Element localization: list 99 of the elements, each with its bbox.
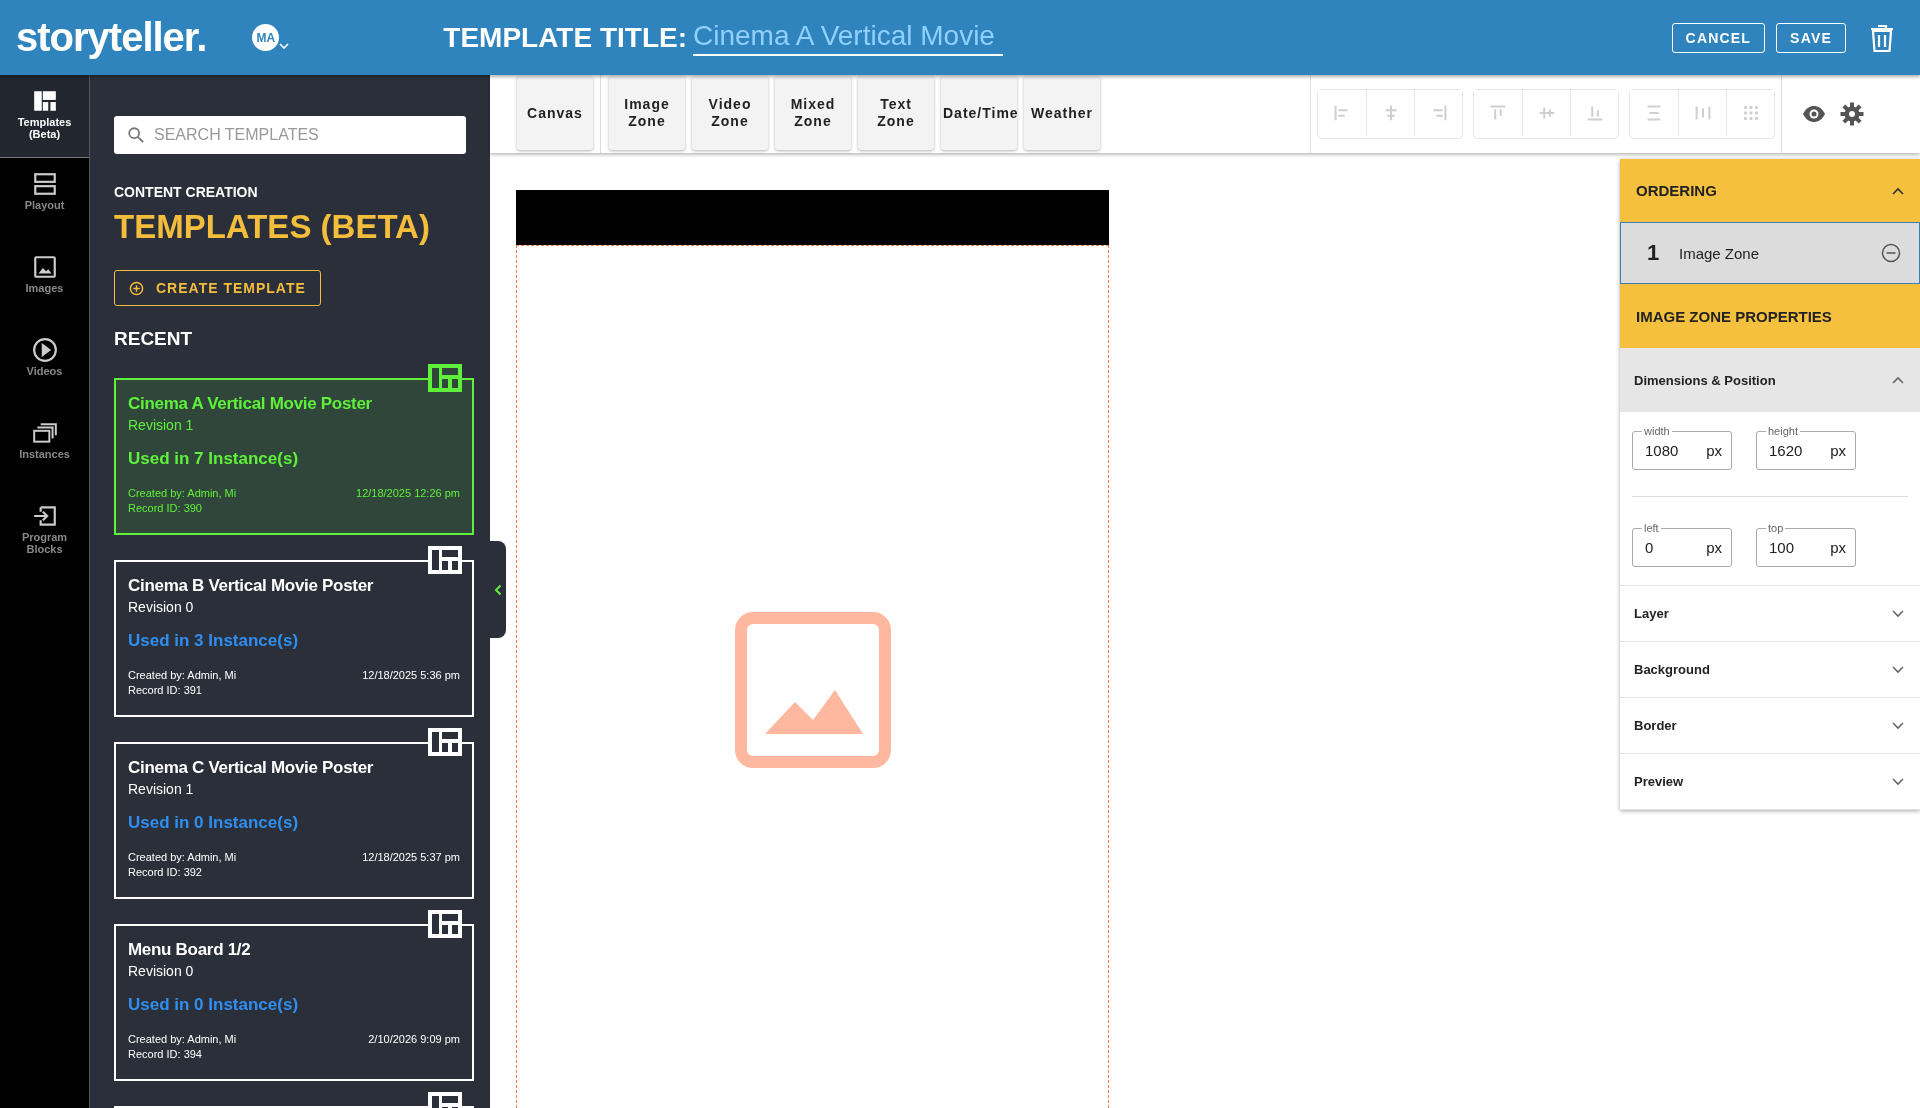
nav-item[interactable]: Videos <box>0 324 89 407</box>
section-header[interactable]: Dimensions & Position <box>1620 348 1920 412</box>
card-creator: Created by: Admin, Mi <box>128 851 237 863</box>
card-revision: Revision 0 <box>128 963 195 979</box>
card-creator: Created by: Admin, Mi <box>128 487 237 499</box>
card-revision: Revision 1 <box>128 781 195 797</box>
play-circle-icon <box>31 337 58 363</box>
header-button[interactable]: SAVE <box>1776 22 1846 53</box>
section-eyebrow: CONTENT CREATION <box>114 184 259 200</box>
zone-properties-title: IMAGE ZONE PROPERTIES <box>1620 284 1920 348</box>
card-title: Cinema C Vertical Movie Poster <box>128 758 375 778</box>
field-label: left <box>1642 521 1661 535</box>
field-label: top <box>1766 521 1786 535</box>
zone-button[interactable]: Mixed Zone <box>775 76 851 150</box>
section-title: Dimensions & Position <box>1634 372 1776 388</box>
card-record-id: Record ID: 390 <box>128 502 203 514</box>
template-icon <box>428 546 462 574</box>
delete-icon[interactable] <box>1870 23 1894 52</box>
section-header[interactable]: Preview <box>1620 754 1920 810</box>
card-title: Cinema B Vertical Movie Poster <box>128 576 375 596</box>
unit-label: px <box>1830 539 1846 556</box>
card-usage: Used in 0 Instance(s) <box>128 813 300 833</box>
template-icon <box>428 910 462 938</box>
chevron-left-icon <box>494 583 502 596</box>
template-card[interactable]: Cinema A Vertical Movie Poster Revision 1 Used in 7 Instance(s) Created by: Admin, Mi 12/18/2025 12:26 pm Record ID: 390 <box>114 378 474 535</box>
template-card[interactable]: Cinema C Vertical Movie Poster Revision 1 Used in 0 Instance(s) Created by: Admin, Mi 12/18/2025 5:37 pm Record ID: 392 <box>114 742 474 899</box>
section-header[interactable]: Layer <box>1620 586 1920 642</box>
order-label: Image Zone <box>1679 244 1761 262</box>
title-label: TEMPLATE TITLE: <box>443 21 687 54</box>
section-title: Preview <box>1634 774 1684 789</box>
search-icon <box>127 126 145 144</box>
template-card[interactable]: Menu Board 1/2 Revision 0 Used in 0 Instance(s) Created by: Admin, Mi 2/10/2026 9:09 pm Record ID: 394 <box>114 924 474 1081</box>
card-creator: Created by: Admin, Mi <box>128 1033 237 1045</box>
zone-button[interactable]: Date/Time <box>941 76 1017 150</box>
card-date: 12/18/2025 5:36 pm <box>362 669 460 681</box>
layout-grid-icon <box>31 88 58 114</box>
section-title: Background <box>1634 662 1710 677</box>
page-heading: TEMPLATES (BETA) <box>114 208 431 246</box>
template-icon <box>428 364 462 392</box>
card-date: 12/18/2025 5:37 pm <box>362 851 460 863</box>
card-usage: Used in 0 Instance(s) <box>128 995 300 1015</box>
logo: storyteller. <box>16 15 207 60</box>
search-field[interactable]: SEARCH TEMPLATES <box>114 116 466 154</box>
section-title: Border <box>1634 718 1677 733</box>
image-zone[interactable] <box>516 245 1109 1108</box>
chevron-down-icon <box>1892 665 1904 674</box>
ordering-item[interactable]: 1 Image Zone <box>1620 222 1920 284</box>
card-record-id: Record ID: 394 <box>128 1048 203 1060</box>
stacked-windows-icon <box>31 420 58 446</box>
chevron-up-icon <box>1892 376 1904 384</box>
unit-label: px <box>1706 539 1722 556</box>
chevron-down-icon <box>1892 609 1904 618</box>
card-usage: Used in 3 Instance(s) <box>128 631 300 651</box>
nav-item[interactable]: Templates (Beta) <box>0 75 89 158</box>
card-revision: Revision 1 <box>128 417 195 433</box>
field-label: height <box>1766 424 1800 438</box>
zone-button[interactable]: Video Zone <box>692 76 768 150</box>
collapse-tab[interactable] <box>490 541 506 638</box>
order-number: 1 <box>1647 240 1661 266</box>
card-date: 2/10/2026 9:09 pm <box>368 1033 460 1045</box>
ordering-title: ORDERING <box>1636 182 1717 199</box>
image-icon <box>31 254 58 280</box>
card-usage: Used in 7 Instance(s) <box>128 449 300 469</box>
nav-item[interactable]: Playout <box>0 158 89 241</box>
chevron-up-icon <box>1892 186 1904 195</box>
template-card[interactable]: Cinema B Vertical Movie Poster Revision 0 Used in 3 Instance(s) Created by: Admin, Mi 12/18/2025 5:36 pm Record ID: 391 <box>114 560 474 717</box>
card-revision: Revision 0 <box>128 599 195 615</box>
card-title: Cinema A Vertical Movie Poster <box>128 394 373 414</box>
card-creator: Created by: Admin, Mi <box>128 669 237 681</box>
canvas-button[interactable]: Canvas <box>517 76 593 150</box>
section-title: Layer <box>1634 606 1669 621</box>
enter-arrow-icon <box>31 503 58 529</box>
remove-icon[interactable] <box>1881 243 1901 263</box>
settings-icon[interactable] <box>1840 102 1864 126</box>
unit-label: px <box>1706 442 1722 459</box>
card-date: 12/18/2025 12:26 pm <box>356 487 460 499</box>
chevron-down-icon <box>1892 721 1904 730</box>
ordering-header[interactable]: ORDERING <box>1620 159 1920 222</box>
section-header[interactable]: Background <box>1620 642 1920 698</box>
nav-item[interactable]: Instances <box>0 407 89 490</box>
recent-heading: RECENT <box>114 328 194 350</box>
nav-item[interactable]: Images <box>0 241 89 324</box>
nav-item[interactable]: Program Blocks <box>0 490 89 573</box>
zone-button[interactable]: Text Zone <box>858 76 934 150</box>
zone-button[interactable]: Image Zone <box>609 76 685 150</box>
header-button[interactable]: CANCEL <box>1671 22 1766 53</box>
field-label: width <box>1642 424 1672 438</box>
zone-button[interactable]: Weather <box>1024 76 1100 150</box>
card-record-id: Record ID: 391 <box>128 684 203 696</box>
section-header[interactable]: Border <box>1620 698 1920 754</box>
create-template-button[interactable]: CREATE TEMPLATE <box>114 270 321 306</box>
template-icon <box>428 728 462 756</box>
add-circle-icon <box>129 280 144 296</box>
chevron-down-icon <box>1892 777 1904 786</box>
stacked-rows-icon <box>31 171 58 197</box>
card-title: Menu Board 1/2 <box>128 940 252 960</box>
image-placeholder-icon <box>734 612 891 768</box>
card-record-id: Record ID: 392 <box>128 866 203 878</box>
unit-label: px <box>1830 442 1846 459</box>
